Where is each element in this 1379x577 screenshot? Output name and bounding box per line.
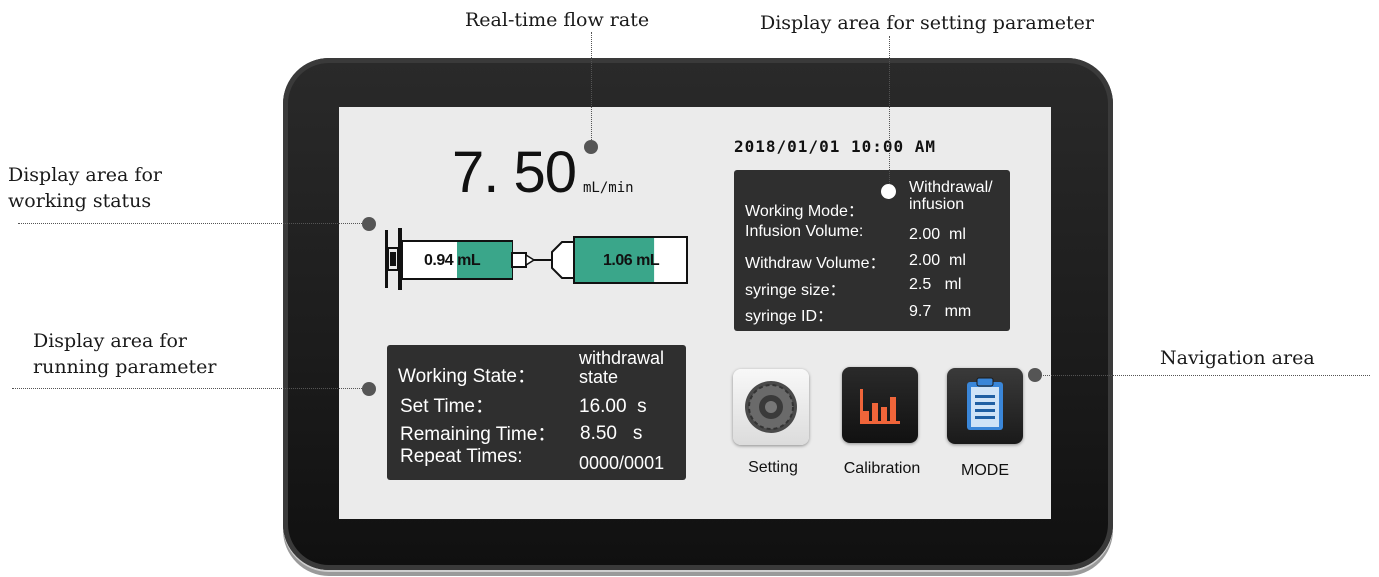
marker-flow-rate (584, 140, 598, 154)
setting-label: Setting (748, 459, 798, 476)
leader-running-parameter (12, 388, 368, 389)
marker-setting-parameter (881, 184, 896, 199)
leader-setting-parameter (889, 36, 890, 186)
set-time-label: Set Time： (400, 396, 494, 417)
marker-working-status (362, 217, 376, 231)
callout-working-status-line2: working status (8, 190, 152, 212)
callout-running-parameter: Display area for running parameter (33, 328, 216, 380)
callout-running-parameter-line2: running parameter (33, 356, 217, 378)
repeat-times-value: 0000/0001 (579, 453, 665, 473)
leader-flow-rate (591, 32, 592, 142)
callout-running-parameter-line1: Display area for (33, 330, 187, 352)
mode-label: MODE (961, 462, 1009, 479)
syringe-id-label: syringe ID： (745, 308, 834, 325)
callout-navigation: Navigation area (1160, 347, 1315, 369)
working-mode-label: Working Mode： (745, 203, 864, 220)
withdraw-volume-label: Withdraw Volume： (745, 255, 886, 272)
calibration-label: Calibration (843, 460, 921, 477)
clipboard-icon (967, 377, 1003, 430)
marker-running-parameter (362, 382, 376, 396)
running-parameter-panel: Working State： withdrawal state Set Time… (387, 345, 686, 480)
leader-working-status (18, 223, 368, 224)
working-mode-value: Withdrawal/ infusion (909, 179, 993, 213)
syringe-size-value: 2.5 ml (909, 276, 962, 293)
syringe-id-value: 9.7 mm (909, 303, 972, 320)
bar-chart-icon (860, 389, 900, 424)
calibration-button[interactable] (842, 367, 918, 443)
syringe-size-label: syringe size： (745, 282, 846, 299)
working-state-label: Working State： (398, 366, 536, 387)
infusion-volume-label: Infusion Volume: (745, 223, 864, 240)
leader-navigation (1040, 375, 1370, 376)
setting-button[interactable] (733, 369, 809, 445)
marker-navigation (1028, 368, 1042, 382)
remaining-time-label: Remaining Time： (400, 424, 557, 445)
remaining-time-value: 8.50 s (580, 423, 643, 444)
flow-rate-value: 7. 50 (452, 140, 577, 205)
left-syringe-volume: 0.94 mL (424, 252, 481, 269)
flow-rate-unit: mL/min (583, 180, 634, 196)
callout-setting-parameter: Display area for setting parameter (760, 12, 1094, 34)
callout-working-status: Display area for working status (8, 162, 162, 214)
set-time-value: 16.00 s (579, 396, 647, 417)
callout-flow-rate: Real-time flow rate (465, 9, 650, 31)
working-state-value: withdrawal state (579, 348, 665, 387)
repeat-times-label: Repeat Times: (400, 446, 523, 467)
right-syringe-volume: 1.06 mL (603, 252, 660, 269)
callout-working-status-line1: Display area for (8, 164, 162, 186)
infusion-volume-value: 2.00 ml (909, 226, 966, 243)
settings-parameter-panel: Working Mode： Withdrawal/ infusion Infus… (734, 170, 1010, 331)
datetime-display: 2018/01/01 10:00 AM (734, 137, 937, 156)
withdraw-volume-value: 2.00 ml (909, 252, 966, 269)
mode-button[interactable] (947, 368, 1023, 444)
gear-icon (745, 381, 797, 433)
